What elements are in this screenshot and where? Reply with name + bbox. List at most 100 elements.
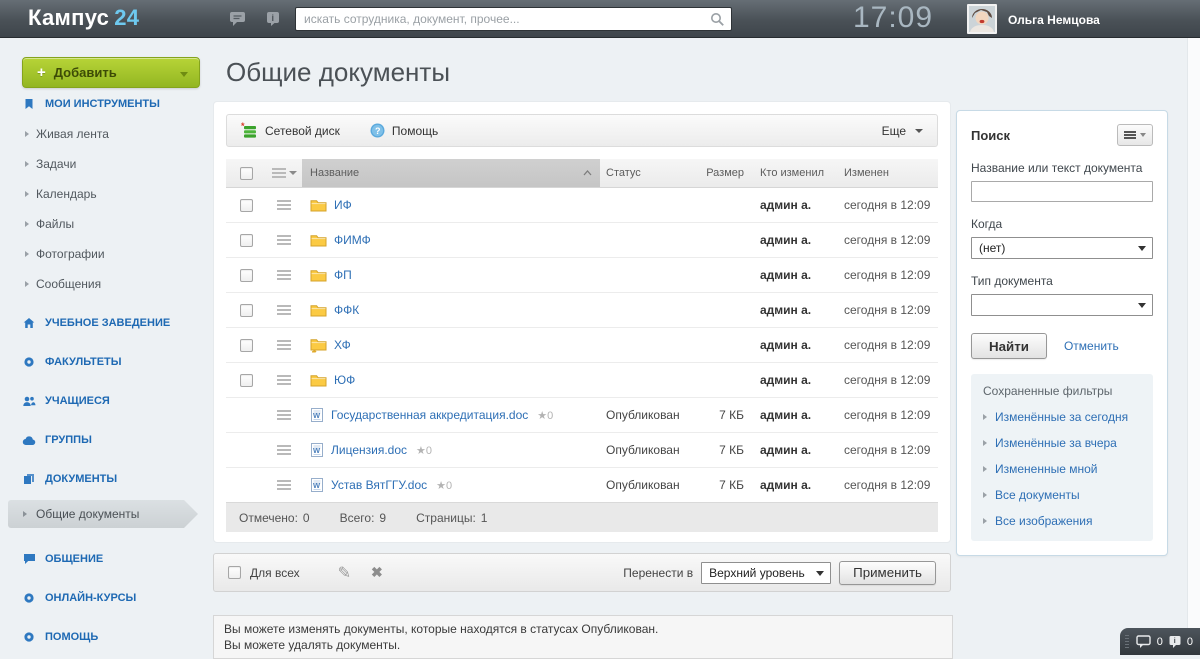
delete-icon[interactable]: ✖ (371, 564, 383, 581)
saved-filter-label: Изменённые за сегодня (995, 410, 1128, 424)
column-header-name[interactable]: Название (302, 159, 600, 187)
sidebar-section-heading[interactable]: ОБЩЕНИЕ (0, 551, 212, 567)
documents-card: * Сетевой диск ? Помощь Еще Название Ста… (213, 101, 951, 543)
when-select[interactable]: (нет) (971, 237, 1153, 259)
document-link[interactable]: ФФК (334, 303, 359, 317)
saved-filters-list: Изменённые за сегодня Изменённые за вчера… (983, 410, 1141, 528)
saved-filter-label: Все изображения (995, 514, 1093, 528)
who-cell: админ а. (760, 198, 811, 212)
sidebar-item[interactable]: Общие документы (8, 500, 198, 528)
sidebar-section-heading[interactable]: МОИ ИНСТРУМЕНТЫ (0, 96, 212, 112)
select-all-checkbox[interactable] (240, 167, 253, 180)
sidebar-section-heading[interactable]: ФАКУЛЬТЕТЫ (0, 354, 212, 370)
people-icon (22, 395, 36, 407)
row-menu-icon[interactable] (277, 200, 291, 210)
sidebar-item[interactable]: Календарь (0, 187, 212, 202)
find-button[interactable]: Найти (971, 333, 1047, 359)
star-rating[interactable]: ★0 (537, 409, 553, 422)
sidebar-item[interactable]: Задачи (0, 157, 212, 172)
sidebar-item[interactable]: Фотографии (0, 247, 212, 262)
dock-chat-icon[interactable] (1136, 635, 1152, 649)
row-checkbox[interactable] (240, 304, 253, 317)
help-button[interactable]: ? Помощь (370, 123, 438, 138)
column-header-modified[interactable]: Изменен (832, 159, 938, 187)
dock-info-icon[interactable]: i (1168, 635, 1182, 649)
for-all-checkbox[interactable] (228, 566, 241, 579)
avatar[interactable] (967, 4, 997, 34)
move-target-select[interactable]: Верхний уровень (701, 562, 831, 584)
document-link[interactable]: Государственная аккредитация.doc (331, 408, 528, 422)
table-footer: Отмечено:0 Всего:9 Страницы:1 (226, 502, 938, 532)
more-button[interactable]: Еще (882, 124, 923, 138)
row-menu-icon[interactable] (277, 480, 291, 490)
star-rating[interactable]: ★0 (416, 444, 432, 457)
row-checkbox[interactable] (240, 234, 253, 247)
table-row: WЛицензия.doc★0Опубликован7 КБадмин а.се… (226, 433, 938, 468)
sidebar: + Добавить МОИ ИНСТРУМЕНТЫ Живая лента Зад… (0, 38, 212, 655)
doc-type-select[interactable] (971, 294, 1153, 316)
edit-icon[interactable]: ✎ (338, 563, 351, 583)
apply-button[interactable]: Применить (839, 561, 936, 585)
search-icon[interactable] (710, 12, 725, 30)
column-label: Статус (606, 167, 641, 179)
row-menu-icon[interactable] (277, 270, 291, 280)
info-icon[interactable]: i (264, 10, 284, 28)
row-menu-icon[interactable] (277, 375, 291, 385)
saved-filter-link[interactable]: Все изображения (983, 514, 1141, 528)
row-checkbox[interactable] (240, 374, 253, 387)
global-search-input[interactable] (304, 10, 699, 28)
drag-handle[interactable] (1125, 635, 1129, 649)
sidebar-section-heading[interactable]: ОНЛАЙН-КУРСЫ (0, 590, 212, 606)
star-rating[interactable]: ★0 (436, 479, 452, 492)
document-link[interactable]: ФИМФ (334, 233, 371, 247)
sidebar-section-heading[interactable]: УЧАЩИЕСЯ (0, 393, 212, 409)
sidebar-section-heading[interactable]: ПОМОЩЬ (0, 629, 212, 645)
sidebar-item[interactable]: Файлы (0, 217, 212, 232)
filter-menu-button[interactable] (1117, 124, 1153, 146)
header-menu-button[interactable] (266, 159, 302, 187)
row-checkbox[interactable] (240, 269, 253, 282)
document-link[interactable]: Лицензия.doc (331, 443, 407, 457)
size-cell: 7 КБ (719, 478, 744, 492)
row-menu-icon[interactable] (277, 410, 291, 420)
row-menu-icon[interactable] (277, 235, 291, 245)
document-link[interactable]: Устав ВятГГУ.doc (331, 478, 427, 492)
arrow-right-icon (23, 511, 27, 517)
document-link[interactable]: ИФ (334, 198, 352, 212)
network-drive-button[interactable]: * Сетевой диск (241, 122, 340, 139)
document-link[interactable]: ЮФ (334, 373, 355, 387)
document-link[interactable]: ХФ (334, 338, 351, 352)
row-menu-icon[interactable] (277, 305, 291, 315)
saved-filter-link[interactable]: Изменённые за вчера (983, 436, 1141, 450)
row-checkbox[interactable] (240, 199, 253, 212)
row-menu-icon[interactable] (277, 340, 291, 350)
document-link[interactable]: ФП (334, 268, 352, 282)
user-name[interactable]: Ольга Немцова (1008, 13, 1100, 27)
row-menu-icon[interactable] (277, 445, 291, 455)
saved-filter-link[interactable]: Изменённые за сегодня (983, 410, 1141, 424)
main-content: Общие документы * Сетевой диск ? Помощь … (212, 38, 952, 659)
sidebar-item-label: Сообщения (36, 277, 101, 291)
doc-icon: W (310, 477, 324, 493)
column-label: Размер (706, 167, 744, 179)
folder-icon (310, 373, 327, 387)
sidebar-section-heading[interactable]: УЧЕБНОЕ ЗАВЕДЕНИЕ (0, 315, 212, 331)
chat-icon[interactable] (228, 10, 248, 28)
chevron-down-icon[interactable] (180, 72, 188, 77)
column-header-status[interactable]: Статус (600, 159, 694, 187)
sidebar-item[interactable]: Сообщения (0, 277, 212, 292)
column-header-who[interactable]: Кто изменил (748, 159, 832, 187)
column-header-size[interactable]: Размер (694, 159, 748, 187)
sidebar-item[interactable]: Живая лента (0, 127, 212, 142)
sidebar-section-heading[interactable]: ГРУППЫ (0, 432, 212, 448)
add-button[interactable]: + Добавить (22, 57, 200, 88)
sidebar-section-heading[interactable]: ДОКУМЕНТЫ (0, 471, 212, 487)
app-logo[interactable]: Кампус24 (28, 5, 139, 31)
mod-cell: сегодня в 12:09 (844, 373, 930, 387)
doc-name-input[interactable] (971, 181, 1153, 202)
saved-filter-link[interactable]: Измененные мной (983, 462, 1141, 476)
saved-filter-link[interactable]: Все документы (983, 488, 1141, 502)
messenger-dock[interactable]: 0 i 0 (1120, 628, 1200, 655)
cancel-link[interactable]: Отменить (1064, 339, 1119, 353)
row-checkbox[interactable] (240, 339, 253, 352)
